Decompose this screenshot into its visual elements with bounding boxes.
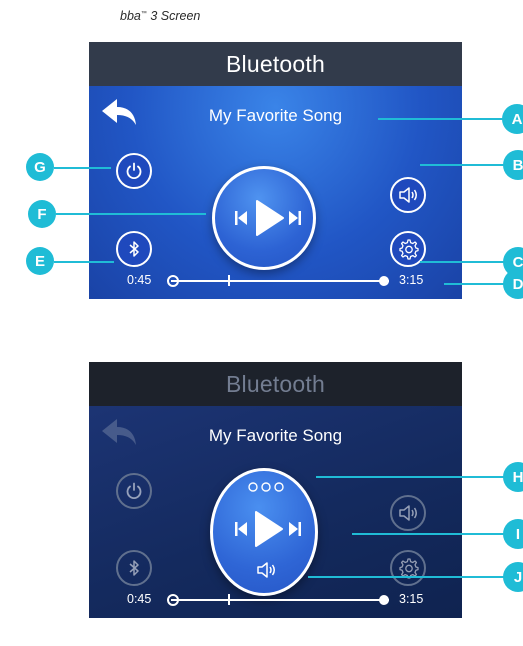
playback-control-dial-expanded[interactable] — [210, 468, 318, 596]
progress-start-handle[interactable] — [167, 594, 179, 606]
gear-icon — [399, 239, 419, 260]
bluetooth-button[interactable] — [116, 231, 152, 267]
bluetooth-icon — [129, 560, 139, 576]
progress-track[interactable] — [171, 599, 389, 601]
callout-line-e — [54, 261, 114, 263]
previous-track-icon[interactable] — [235, 522, 247, 536]
power-button[interactable] — [116, 473, 152, 509]
speaker-output-button[interactable] — [390, 495, 426, 531]
screen-title: Bluetooth — [226, 370, 325, 397]
progress-start-handle[interactable] — [167, 275, 179, 287]
screen-body: My Favorite Song 0:45 3:15 — [89, 406, 462, 618]
callout-line-d — [444, 283, 510, 285]
song-title: My Favorite Song — [208, 106, 343, 125]
callout-line-f — [56, 213, 206, 215]
power-button[interactable] — [116, 153, 152, 189]
progress-position-marker[interactable] — [228, 275, 230, 286]
more-icon[interactable] — [247, 481, 285, 493]
title-bar: Bluetooth — [89, 42, 462, 86]
title-bar: Bluetooth — [89, 362, 462, 406]
play-icon[interactable] — [254, 510, 284, 548]
callout-badge-d: D — [503, 269, 523, 299]
total-time: 3:15 — [399, 592, 424, 606]
settings-button[interactable] — [390, 550, 426, 586]
play-icon[interactable] — [255, 199, 285, 237]
callout-badge-a: A — [502, 104, 523, 134]
callout-badge-e: E — [26, 247, 54, 275]
previous-track-icon[interactable] — [235, 211, 247, 225]
callout-badge-f: F — [28, 200, 56, 228]
power-icon — [126, 482, 142, 500]
callout-line-h — [316, 476, 512, 478]
elapsed-time: 0:45 — [127, 273, 152, 287]
callout-line-b — [420, 164, 510, 166]
speaker-icon — [399, 187, 417, 203]
speaker-icon — [399, 505, 417, 521]
screen-caption: bba™ 3 Screen — [120, 9, 201, 23]
progress-end-handle[interactable] — [379, 595, 389, 605]
bluetooth-screen-normal: Bluetooth My Favorite Song 0:45 3:15 — [89, 42, 462, 299]
next-track-icon[interactable] — [289, 211, 301, 225]
bluetooth-button[interactable] — [116, 550, 152, 586]
playback-control-dial[interactable] — [212, 166, 316, 270]
callout-badge-i: I — [503, 519, 523, 549]
bluetooth-icon — [129, 241, 139, 257]
volume-icon[interactable] — [255, 561, 277, 579]
progress-end-handle[interactable] — [379, 276, 389, 286]
callout-line-i — [352, 533, 512, 535]
callout-line-g — [54, 167, 111, 169]
song-title: My Favorite Song — [208, 426, 343, 445]
progress-position-marker[interactable] — [228, 594, 230, 605]
screen-title: Bluetooth — [226, 50, 325, 77]
callout-badge-b: B — [503, 150, 523, 180]
elapsed-time: 0:45 — [127, 592, 152, 606]
speaker-output-button[interactable] — [390, 177, 426, 213]
power-icon — [126, 162, 142, 180]
bluetooth-screen-expanded: Bluetooth My Favorite Song 0:45 3:15 — [89, 362, 462, 618]
total-time: 3:15 — [399, 273, 424, 287]
callout-badge-h: H — [503, 462, 523, 492]
progress-track[interactable] — [171, 280, 389, 282]
callout-badge-j: J — [503, 562, 523, 592]
callout-badge-g: G — [26, 153, 54, 181]
callout-line-j — [308, 576, 512, 578]
next-track-icon[interactable] — [289, 522, 301, 536]
callout-line-a — [378, 118, 506, 120]
callout-line-c — [420, 261, 510, 263]
